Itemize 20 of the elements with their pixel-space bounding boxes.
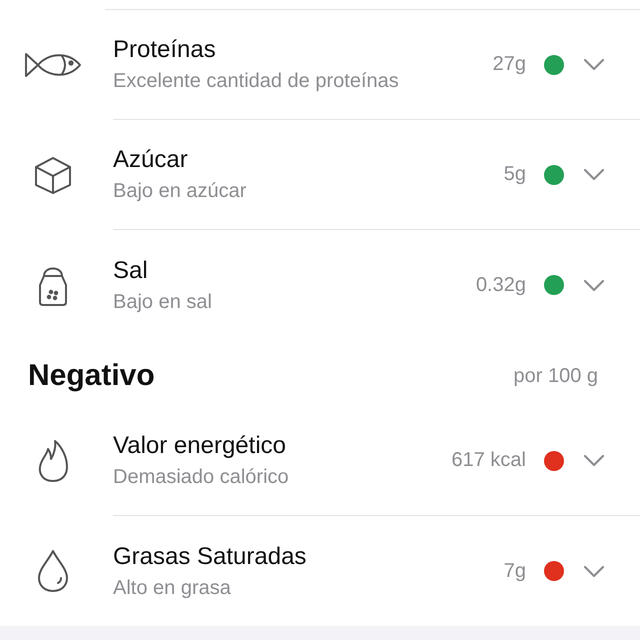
cube-icon [32,155,72,195]
nutrient-description: Bajo en azúcar [113,180,248,203]
nutrient-amount: 7g [504,560,526,582]
nutrient-amount: 27g [492,53,526,76]
nutrient-amount: 5g [504,163,526,186]
nutrient-description: Demasiado calórico [113,466,290,489]
nutrient-amount: 0.32g [476,274,526,296]
nutrient-description: Bajo en sal [113,290,213,314]
nutrient-description: Alto en grasa [113,576,232,600]
fish-icon [24,50,82,80]
water-drop-icon [36,549,70,593]
nutrient-name: Azúcar [113,146,189,174]
nutrient-name: Sal [113,256,149,284]
section-title: Negativo [28,359,155,393]
nutrient-amount: 617 kcal [452,449,526,472]
nutrient-name: Grasas Saturadas [113,542,308,570]
nutrient-name: Proteínas [113,36,217,64]
unit-label: por 100 g [513,364,598,388]
nutrient-name: Valor energético [113,432,287,460]
nutrient-description: Excelente cantidad de proteínas [113,70,400,93]
